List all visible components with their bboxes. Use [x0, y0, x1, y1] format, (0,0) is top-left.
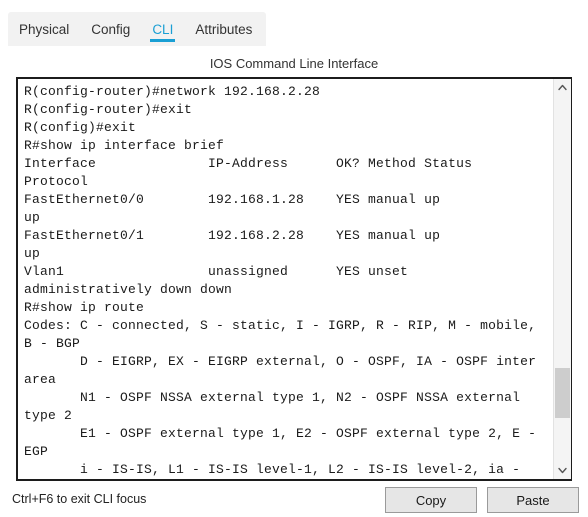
tab-config[interactable]: Config: [80, 12, 141, 46]
bottom-bar: Ctrl+F6 to exit CLI focus Copy Paste: [0, 486, 588, 517]
scrollbar-thumb[interactable]: [555, 368, 570, 418]
tab-physical[interactable]: Physical: [8, 12, 80, 46]
tab-bar: Physical Config CLI Attributes: [0, 12, 588, 46]
terminal-line: up: [24, 246, 41, 261]
terminal-line: R(config)#exit: [24, 120, 137, 135]
terminal-output[interactable]: R(config-router)#network 192.168.2.28 R(c…: [18, 79, 553, 479]
panel-title: IOS Command Line Interface: [209, 56, 379, 71]
terminal-line: Codes: C - connected, S - static, I - IG…: [24, 318, 537, 333]
cli-window: Physical Config CLI Attributes IOS Command …: [0, 0, 588, 517]
tab-label: CLI: [152, 21, 174, 37]
tab-label: Physical: [19, 21, 70, 37]
terminal-scrollbar[interactable]: [553, 79, 571, 479]
terminal-line: i - IS-IS, L1 - IS-IS level-1, L2 - IS-I…: [24, 462, 521, 477]
terminal-line: D - EIGRP, EX - EIGRP external, O - OSPF…: [24, 354, 537, 369]
terminal-container: R(config-router)#network 192.168.2.28 R(c…: [16, 77, 572, 481]
terminal-line: R(config-router)#network 192.168.2.28: [24, 84, 321, 99]
tab-attributes[interactable]: Attributes: [184, 12, 263, 46]
terminal-line: R#show ip interface brief: [24, 138, 225, 153]
terminal-line: N1 - OSPF NSSA external type 1, N2 - OSP…: [24, 390, 521, 405]
terminal-line: Vlan1 unassigned YES unset: [24, 264, 409, 279]
terminal-line: E1 - OSPF external type 1, E2 - OSPF ext…: [24, 426, 537, 441]
tab-list: Physical Config CLI Attributes: [8, 12, 263, 46]
cli-focus-hint: Ctrl+F6 to exit CLI focus: [12, 492, 147, 506]
terminal-line: R(config-router)#exit: [24, 102, 193, 117]
terminal-line: R#show ip route: [24, 300, 145, 315]
tab-label: Attributes: [195, 21, 253, 37]
tab-active-indicator: [150, 39, 176, 42]
tab-label: Config: [91, 21, 131, 37]
terminal-line: Protocol: [24, 174, 89, 189]
scrollbar-track[interactable]: [554, 96, 571, 462]
terminal-line: area: [24, 372, 57, 387]
terminal-line: B - BGP: [24, 336, 81, 351]
copy-button[interactable]: Copy: [385, 487, 477, 513]
paste-button[interactable]: Paste: [487, 487, 579, 513]
scroll-down-button[interactable]: [554, 462, 571, 479]
terminal-line: EGP: [24, 444, 49, 459]
chevron-down-icon: [558, 467, 567, 474]
terminal-line: Interface IP-Address OK? Method Status: [24, 156, 473, 171]
terminal-line: FastEthernet0/1 192.168.2.28 YES manual …: [24, 228, 441, 243]
tab-cli[interactable]: CLI: [141, 12, 184, 46]
chevron-up-icon: [558, 84, 567, 91]
terminal-line: FastEthernet0/0 192.168.1.28 YES manual …: [24, 192, 441, 207]
terminal-line: up: [24, 210, 41, 225]
terminal-line: type 2: [24, 408, 73, 423]
scroll-up-button[interactable]: [554, 79, 571, 96]
terminal-line: administratively down down: [24, 282, 233, 297]
